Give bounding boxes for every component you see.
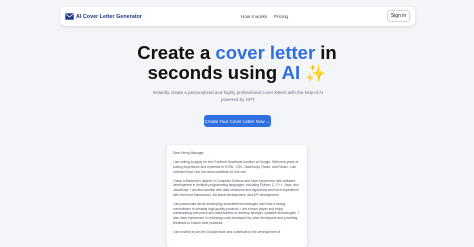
hero-title: Create a cover letter in seconds using A… xyxy=(0,43,474,83)
letter-greeting: Dear Hiring Manager, xyxy=(173,151,205,155)
nav-link-pricing[interactable]: Pricing xyxy=(274,14,288,19)
hero-title-text-end: in xyxy=(315,42,337,63)
hero-title-ai: AI xyxy=(281,61,301,83)
letter-paragraph: I am excited to join the Google team and… xyxy=(173,229,281,234)
top-navbar: AI Cover Letter Generator How it works P… xyxy=(60,7,415,26)
sign-in-button[interactable]: Sign in xyxy=(387,10,410,22)
nav-links: How it works Pricing xyxy=(241,7,288,26)
hero-title-text: Create a xyxy=(137,42,216,63)
cover-letter-preview: Dear Hiring Manager, I am writing to app… xyxy=(167,145,307,247)
logo[interactable]: AI Cover Letter Generator xyxy=(65,13,142,20)
envelope-icon xyxy=(65,13,74,20)
hero-title-line-2: seconds using AI ✨ xyxy=(0,61,474,84)
hero-title-accent: cover letter xyxy=(215,42,316,63)
letter-paragraph: I am passionate about developing accessi… xyxy=(173,201,299,225)
sparkles-icon: ✨ xyxy=(305,63,327,83)
hero-title-line2-text: seconds using xyxy=(147,61,282,83)
hero-subtitle: Instantly create a personalized and high… xyxy=(152,90,324,102)
brand-name: AI Cover Letter Generator xyxy=(76,13,142,20)
create-cover-letter-button[interactable]: Create Your Cover Letter Now → xyxy=(204,115,271,127)
letter-paragraph: I am writing to apply for the Frontend D… xyxy=(173,160,299,174)
hero-title-line-1: Create a cover letter in xyxy=(0,43,474,63)
letter-paragraph: I have a Bachelor's degree in Computer S… xyxy=(173,178,299,197)
nav-link-how-it-works[interactable]: How it works xyxy=(241,14,267,19)
